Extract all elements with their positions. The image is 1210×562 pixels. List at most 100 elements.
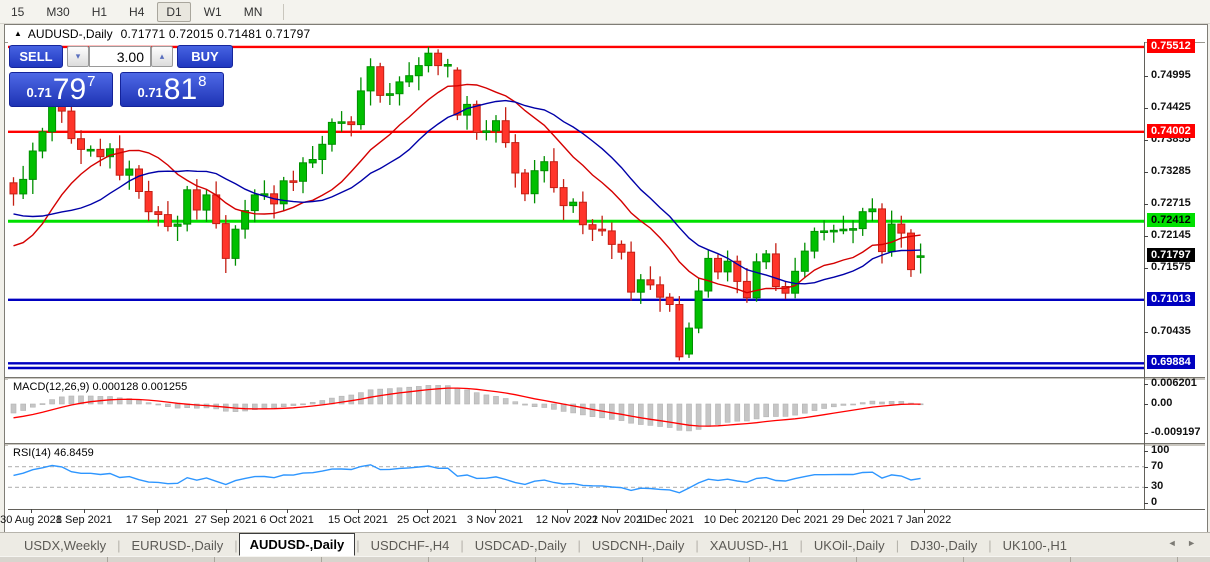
date-tick <box>495 509 496 513</box>
price-tick <box>1144 236 1148 237</box>
macd-tick <box>1144 384 1148 385</box>
buy-price-prefix: 0.71 <box>137 85 162 100</box>
rsi-tick <box>1144 451 1148 452</box>
price-tick-label: 0.72715 <box>1151 197 1191 209</box>
buy-price-box[interactable]: 0.71 81 8 <box>120 72 224 107</box>
price-level-badge: 0.72412 <box>1147 213 1195 227</box>
bottom-panel-divider <box>642 557 643 562</box>
chart-title-ohlc: 0.71771 0.72015 0.71481 0.71797 <box>121 27 311 41</box>
tab-usdchf-h4[interactable]: USDCHF-,H4 <box>361 535 460 556</box>
date-label: 30 Aug 2021 <box>0 514 62 526</box>
buy-price-big: 81 <box>164 76 197 104</box>
date-label: 10 Dec 2021 <box>704 514 766 526</box>
date-tick <box>287 509 288 513</box>
date-label: 8 Sep 2021 <box>56 514 112 526</box>
price-tick-label: 0.72145 <box>1151 229 1191 241</box>
date-tick <box>31 509 32 513</box>
date-label: 20 Dec 2021 <box>766 514 828 526</box>
rsi-tick-label: 30 <box>1151 480 1163 492</box>
rsi-label: RSI(14) 46.8459 <box>13 447 94 459</box>
buy-price-sup: 8 <box>198 73 206 90</box>
macd-tick <box>1144 433 1148 434</box>
timeframe-button-h1[interactable]: H1 <box>83 2 116 22</box>
price-tick <box>1144 76 1148 77</box>
bottom-panel-divider <box>1177 557 1178 562</box>
bottom-panel-edge <box>0 556 1210 562</box>
price-tick-label: 0.74995 <box>1151 69 1191 81</box>
collapse-chart-icon[interactable]: ▲ <box>14 29 22 38</box>
rsi-tick-label: 0 <box>1151 496 1157 508</box>
price-tick-label: 0.71575 <box>1151 261 1191 273</box>
bottom-panel-divider <box>428 557 429 562</box>
volume-increase-button[interactable]: ▴ <box>151 46 173 67</box>
price-level-badge: 0.69884 <box>1147 355 1195 369</box>
bottom-panel-divider <box>1070 557 1071 562</box>
timeframe-button-15[interactable]: 15 <box>2 2 33 22</box>
one-click-trade-panel: SELL ▾ ▴ BUY 0.71 79 7 0.71 81 8 <box>9 45 233 107</box>
tab-dj30-daily[interactable]: DJ30-,Daily <box>900 535 987 556</box>
timeframe-button-h4[interactable]: H4 <box>120 2 153 22</box>
sell-price-sup: 7 <box>87 73 95 90</box>
sell-price-box[interactable]: 0.71 79 7 <box>9 72 113 107</box>
rsi-tick-label: 100 <box>1151 444 1169 456</box>
macd-tick <box>1144 404 1148 405</box>
price-level-badge: 0.75512 <box>1147 39 1195 53</box>
tab-audusd-daily[interactable]: AUDUSD-,Daily <box>239 533 356 556</box>
date-tick <box>358 509 359 513</box>
bottom-panel-divider <box>963 557 964 562</box>
date-label: 29 Dec 2021 <box>832 514 894 526</box>
timeframe-toolbar: 15M30H1H4D1W1MN <box>0 0 1210 24</box>
timeframe-button-mn[interactable]: MN <box>235 2 272 22</box>
timeframe-button-w1[interactable]: W1 <box>195 2 231 22</box>
tab-xauusd-h1[interactable]: XAUUSD-,H1 <box>700 535 799 556</box>
tab-usdcnh-daily[interactable]: USDCNH-,Daily <box>582 535 694 556</box>
timeframe-button-d1[interactable]: D1 <box>157 2 190 22</box>
price-axis-line <box>1144 42 1145 509</box>
bottom-panel-divider <box>856 557 857 562</box>
macd-tick-label: 0.00 <box>1151 397 1172 409</box>
chevron-down-icon: ▾ <box>76 51 81 62</box>
toolbar-separator <box>283 4 284 20</box>
tab-separator: | <box>695 538 698 553</box>
tab-separator: | <box>800 538 803 553</box>
volume-input[interactable] <box>89 46 151 67</box>
price-tick <box>1144 268 1148 269</box>
date-tick <box>157 509 158 513</box>
tab-eurusd-daily[interactable]: EURUSD-,Daily <box>122 535 234 556</box>
rsi-tick <box>1144 487 1148 488</box>
rsi-tick-label: 70 <box>1151 460 1163 472</box>
date-tick <box>735 509 736 513</box>
date-tick <box>863 509 864 513</box>
buy-button[interactable]: BUY <box>177 45 233 68</box>
trading-terminal: 15M30H1H4D1W1MN ▲ AUDUSD-,Daily 0.71771 … <box>0 0 1210 562</box>
sell-button[interactable]: SELL <box>9 45 63 68</box>
rsi-panel[interactable] <box>8 445 1144 509</box>
tab-uk100-h1[interactable]: UK100-,H1 <box>993 535 1077 556</box>
tab-separator: | <box>460 538 463 553</box>
date-label: 15 Oct 2021 <box>328 514 388 526</box>
bottom-panel-divider <box>535 557 536 562</box>
price-tick <box>1144 108 1148 109</box>
chart-title-bar: ▲ AUDUSD-,Daily 0.71771 0.72015 0.71481 … <box>5 25 1205 43</box>
tab-ukoil-daily[interactable]: UKOil-,Daily <box>804 535 895 556</box>
timeframe-button-m30[interactable]: M30 <box>37 2 78 22</box>
tab-separator: | <box>356 538 359 553</box>
tab-separator: | <box>896 538 899 553</box>
sell-price-prefix: 0.71 <box>26 85 51 100</box>
date-label: 27 Sep 2021 <box>195 514 257 526</box>
volume-decrease-button[interactable]: ▾ <box>67 46 89 67</box>
price-tick <box>1144 140 1148 141</box>
date-label: 7 Jan 2022 <box>897 514 951 526</box>
date-tick <box>617 509 618 513</box>
bottom-panel-divider <box>749 557 750 562</box>
rsi-tick <box>1144 467 1148 468</box>
macd-tick-label: -0.009197 <box>1151 426 1201 438</box>
tab-scroll-arrows-icon[interactable]: ◄ ► <box>1168 538 1200 548</box>
sell-price-big: 79 <box>53 76 86 104</box>
date-tick <box>84 509 85 513</box>
date-tick <box>797 509 798 513</box>
tab-usdx-weekly[interactable]: USDX,Weekly <box>14 535 116 556</box>
date-tick <box>924 509 925 513</box>
price-level-badge: 0.74002 <box>1147 124 1195 138</box>
tab-usdcad-daily[interactable]: USDCAD-,Daily <box>465 535 577 556</box>
